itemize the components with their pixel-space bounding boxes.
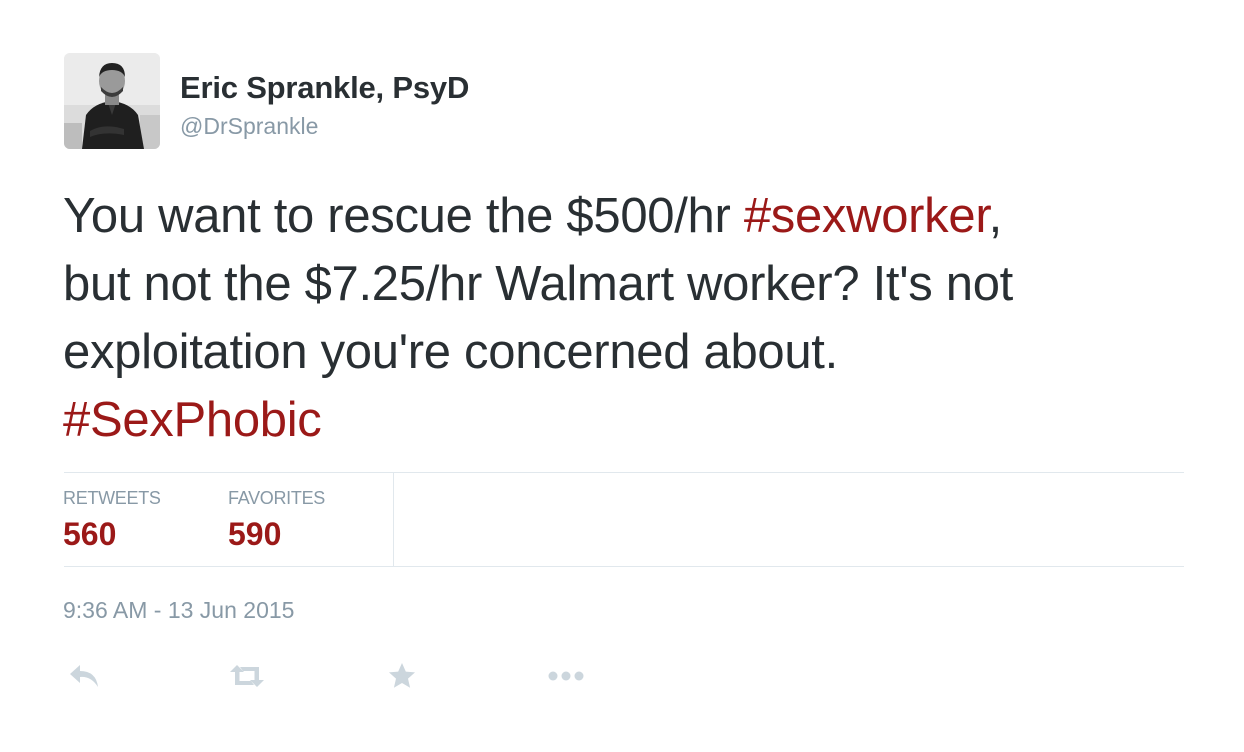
retweets-label: RETWEETS [63,488,161,508]
favorite-button[interactable] [380,656,424,696]
author-fullname[interactable]: Eric Sprankle, PsyD [180,70,469,106]
tweet-text: You want to rescue the $500/hr #sexworke… [63,182,1193,454]
profile-photo-icon [64,53,160,149]
tweet-card: Eric Sprankle, PsyD @DrSprankle You want… [0,0,1244,752]
retweets-count: 560 [63,516,117,552]
reply-icon [70,665,98,687]
tweet-line-3: exploitation you're concerned about. [63,325,838,379]
retweet-icon [230,665,264,687]
hashtag-link[interactable]: #sexworker [744,189,989,243]
hashtag-link[interactable]: #SexPhobic [63,393,322,447]
tweet-text-segment: You want to rescue the $500/hr [63,189,744,243]
divider [64,472,1184,473]
star-icon [389,663,415,688]
retweets-stat[interactable]: RETWEETS 560 [63,488,161,553]
more-dots-icon [548,671,584,681]
tweet-line-2: but not the $7.25/hr Walmart worker? It'… [63,257,1013,311]
author-handle[interactable]: @DrSprankle [180,113,318,140]
favorites-stat[interactable]: FAVORITES 590 [228,488,325,553]
tweet-text-segment: , [988,189,1003,243]
retweet-button[interactable] [222,656,272,696]
divider [64,566,1184,567]
favorites-count: 590 [228,516,282,552]
more-button[interactable] [544,656,588,696]
reply-button[interactable] [62,656,106,696]
tweet-timestamp[interactable]: 9:36 AM - 13 Jun 2015 [63,597,294,624]
stats-separator [393,473,394,566]
favorites-label: FAVORITES [228,488,325,508]
tweet-line-4: #SexPhobic [63,386,1193,454]
tweet-line-1: You want to rescue the $500/hr #sexworke… [63,182,1193,250]
avatar[interactable] [64,53,160,149]
